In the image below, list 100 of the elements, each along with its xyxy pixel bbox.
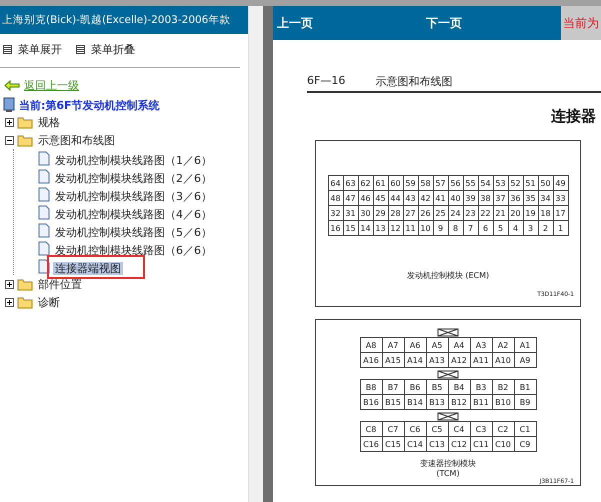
pin-cell: 5: [493, 220, 508, 236]
pin-cell: A2: [492, 338, 514, 352]
pin-cell: 58: [418, 176, 433, 190]
page-nav-link[interactable]: 下一页: [422, 14, 561, 32]
pin-cell: B10: [492, 394, 514, 410]
folder-icon: [17, 134, 33, 146]
pin-cell: 37: [493, 190, 508, 206]
pin-cell: 10: [418, 220, 433, 236]
pin-cell: 18: [538, 206, 553, 220]
pin-cell: C11: [470, 436, 492, 452]
pin-cell: 12: [388, 220, 403, 236]
pin-cell: A13: [426, 352, 448, 368]
tree-item[interactable]: 发动机控制模块线路图（4／6）: [53, 208, 214, 220]
tree-item[interactable]: 发动机控制模块线路图（1／6）: [53, 154, 214, 166]
pin-cell: 56: [448, 176, 463, 190]
back-link[interactable]: 返回上一级: [24, 78, 79, 93]
pin-cell: A15: [382, 352, 404, 368]
expand-icon[interactable]: [5, 118, 14, 126]
pin-cell: 60: [388, 176, 403, 190]
pin-cell: B1: [514, 380, 536, 394]
pin-cell: 39: [463, 190, 478, 206]
pin-cell: C14: [404, 436, 426, 452]
pin-cell: C4: [448, 422, 470, 436]
pin-cell: C16: [360, 436, 382, 452]
pin-cell: 19: [523, 206, 538, 220]
pin-cell: 62: [358, 176, 373, 190]
pin-cell: 28: [388, 206, 403, 220]
tree-item[interactable]: 发动机控制模块线路图（3／6）: [53, 190, 214, 202]
pin-cell: C15: [382, 436, 404, 452]
pin-cell: 55: [463, 176, 478, 190]
pin-cell: 1: [553, 220, 568, 236]
pin-cell: A7: [382, 338, 404, 352]
pin-cell: 31: [343, 206, 358, 220]
pin-cell: A10: [492, 352, 514, 368]
pin-cell: 20: [508, 206, 523, 220]
pin-cell: 50: [538, 176, 553, 190]
sidebar-title: 上海别克(Bick)-凯越(Excelle)-2003-2006年款: [0, 6, 248, 34]
pin-cell: 45: [373, 190, 388, 206]
pin-cell: C5: [426, 422, 448, 436]
tree-folder[interactable]: 示意图和布线图: [36, 132, 117, 148]
page-number: 6F—16: [307, 74, 346, 89]
pin-cell: 64: [328, 176, 343, 190]
tree-folder[interactable]: 部件位置: [36, 276, 84, 292]
pin-cell: 33: [553, 190, 568, 206]
current-status: 当前为: [561, 6, 601, 40]
pin-cell: A9: [514, 352, 536, 368]
pin-cell: 38: [478, 190, 493, 206]
pin-cell: C9: [514, 436, 536, 452]
pin-cell: 47: [343, 190, 358, 206]
pin-cell: C2: [492, 422, 514, 436]
pin-cell: 41: [433, 190, 448, 206]
pin-cell: 53: [493, 176, 508, 190]
pin-cell: 59: [403, 176, 418, 190]
pin-cell: C13: [426, 436, 448, 452]
pin-cell: C6: [404, 422, 426, 436]
tree-item[interactable]: 发动机控制模块线路图（5／6）: [53, 226, 214, 238]
pin-cell: A4: [448, 338, 470, 352]
menu-toggle-link[interactable]: 菜单展开: [3, 42, 62, 57]
tree-item[interactable]: 发动机控制模块线路图（2／6）: [53, 172, 214, 184]
document-icon: [38, 186, 50, 202]
page-nav-link[interactable]: 上一页: [273, 14, 422, 32]
pin-cell: 34: [538, 190, 553, 206]
expand-icon[interactable]: [5, 298, 14, 306]
pin-cell: 52: [508, 176, 523, 190]
pin-cell: 36: [508, 190, 523, 206]
pin-cell: 3: [523, 220, 538, 236]
pin-cell: A14: [404, 352, 426, 368]
pin-cell: B2: [492, 380, 514, 394]
pin-cell: 23: [463, 206, 478, 220]
tree-folder[interactable]: 规格: [36, 114, 62, 130]
list-icon: [3, 45, 12, 54]
pin-cell: B15: [382, 394, 404, 410]
pin-cell: 51: [523, 176, 538, 190]
document-icon: [38, 204, 50, 220]
pin-cell: A6: [404, 338, 426, 352]
expand-icon[interactable]: [5, 280, 14, 288]
pin-cell: B13: [426, 394, 448, 410]
pin-cell: B5: [426, 380, 448, 394]
connector-caption: (TCM): [436, 469, 460, 478]
scrollbar[interactable]: [248, 6, 263, 502]
collapse-icon[interactable]: [5, 136, 14, 144]
pin-cell: B6: [404, 380, 426, 394]
tree-folder[interactable]: 诊断: [36, 294, 62, 310]
back-arrow-icon: [4, 80, 20, 91]
pin-cell: A3: [470, 338, 492, 352]
document-icon: [38, 240, 50, 256]
connector-latch-icon: [437, 412, 459, 421]
pin-cell: 11: [403, 220, 418, 236]
tree-item[interactable]: 发动机控制模块线路图（6／6）: [53, 244, 214, 256]
document-icon: [38, 150, 50, 166]
tree-item[interactable]: 连接器端视图: [53, 262, 123, 274]
pin-cell: 63: [343, 176, 358, 190]
list-icon: [76, 45, 85, 54]
pin-cell: 15: [343, 220, 358, 236]
pin-cell: 40: [448, 190, 463, 206]
pin-cell: 57: [433, 176, 448, 190]
pin-cell: 6: [478, 220, 493, 236]
folder-icon: [17, 116, 33, 128]
menu-toggle-link[interactable]: 菜单折叠: [76, 42, 135, 57]
pin-cell: 2: [538, 220, 553, 236]
